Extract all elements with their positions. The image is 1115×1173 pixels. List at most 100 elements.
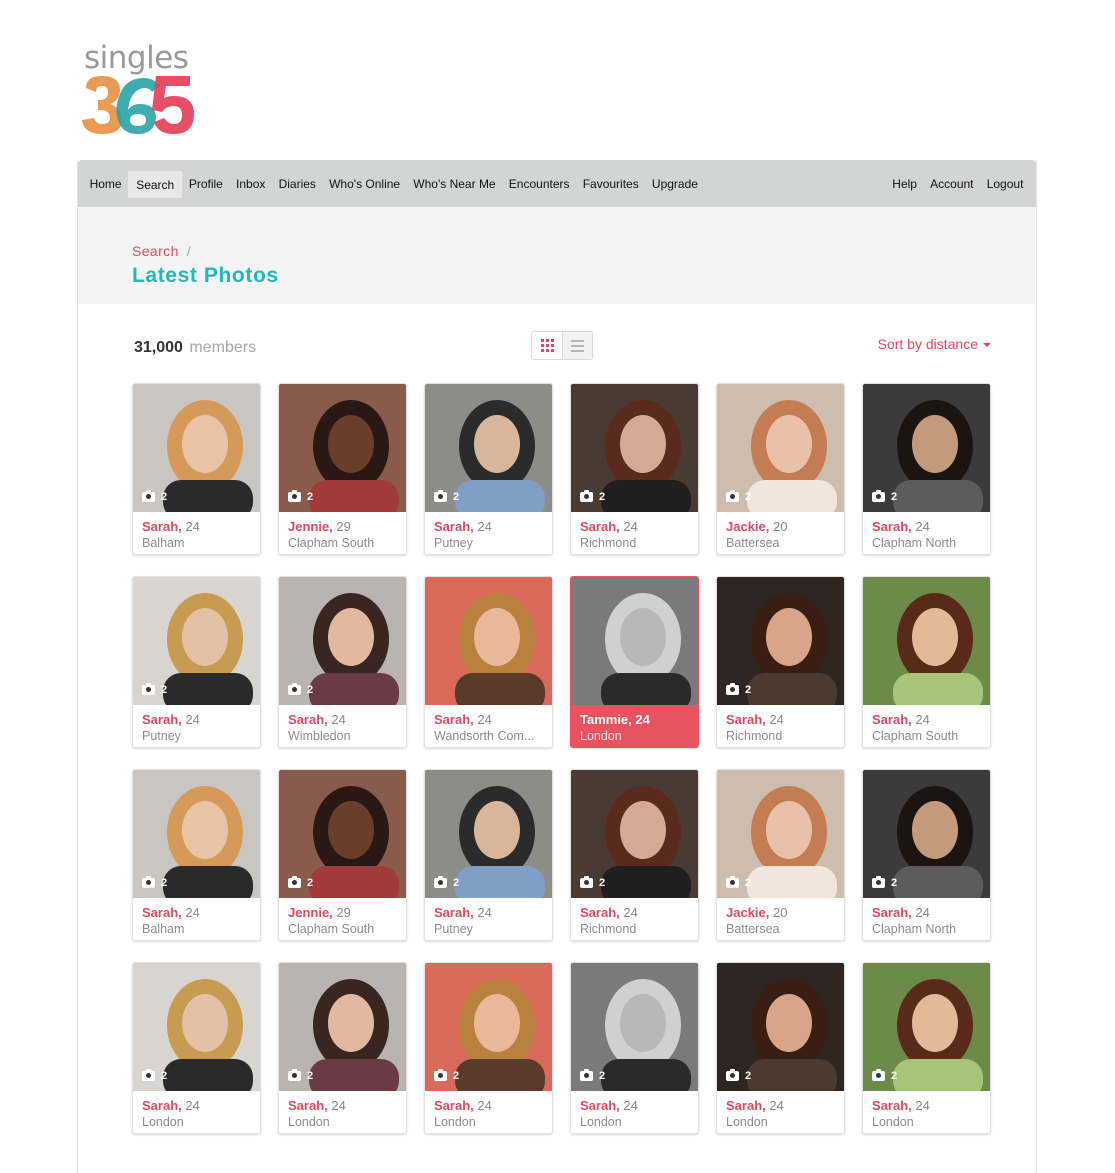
- member-photo[interactable]: 2: [279, 384, 406, 512]
- member-name[interactable]: Sarah,: [434, 1098, 474, 1113]
- photo-count-number: 2: [891, 1070, 898, 1082]
- member-location: Wandsorth Com...: [434, 729, 535, 743]
- member-name[interactable]: Jackie,: [726, 519, 769, 534]
- member-name[interactable]: Sarah,: [142, 519, 182, 534]
- member-card[interactable]: 2 Sarah, 24 Balham: [132, 769, 261, 941]
- member-name[interactable]: Sarah,: [288, 712, 328, 727]
- member-photo[interactable]: 2: [717, 770, 844, 898]
- member-photo[interactable]: 2: [571, 384, 698, 512]
- member-photo[interactable]: 2: [425, 770, 552, 898]
- member-photo[interactable]: 2: [425, 384, 552, 512]
- member-photo[interactable]: 2: [279, 963, 406, 1091]
- member-photo[interactable]: 2: [571, 963, 698, 1091]
- member-card[interactable]: 2 Sarah, 24 Richmond: [570, 383, 699, 555]
- member-name[interactable]: Sarah,: [434, 519, 474, 534]
- member-card[interactable]: 2 Sarah, 24 Putney: [132, 576, 261, 748]
- member-name[interactable]: Sarah,: [580, 905, 620, 920]
- member-card[interactable]: 2 Sarah, 24 Richmond: [716, 576, 845, 748]
- member-photo[interactable]: 2: [279, 770, 406, 898]
- member-name[interactable]: Sarah,: [288, 1098, 328, 1113]
- member-card[interactable]: 2 Sarah, 24 London: [132, 962, 261, 1134]
- member-photo[interactable]: 2: [133, 577, 260, 705]
- member-photo[interactable]: [863, 577, 990, 705]
- member-photo[interactable]: 2: [133, 963, 260, 1091]
- member-photo[interactable]: 2: [571, 770, 698, 898]
- member-card[interactable]: 2 Sarah, 24 London: [278, 962, 407, 1134]
- member-photo[interactable]: 2: [717, 577, 844, 705]
- nav-search[interactable]: Search: [128, 171, 183, 198]
- member-card[interactable]: 2 Jackie, 20 Battersea: [716, 769, 845, 941]
- nav-logout[interactable]: Logout: [980, 160, 1030, 207]
- member-name[interactable]: Sarah,: [142, 712, 182, 727]
- member-card[interactable]: 2 Jennie, 29 Clapham South: [278, 383, 407, 555]
- nav-encounters[interactable]: Encounters: [502, 160, 576, 207]
- member-photo[interactable]: [571, 577, 698, 705]
- member-photo[interactable]: 2: [863, 384, 990, 512]
- nav-profile[interactable]: Profile: [182, 160, 229, 207]
- photo-count: 2: [434, 1069, 459, 1082]
- member-name[interactable]: Sarah,: [872, 905, 912, 920]
- member-card[interactable]: Sarah, 24 Wandsorth Com...: [424, 576, 553, 748]
- nav-inbox[interactable]: Inbox: [229, 160, 272, 207]
- member-name[interactable]: Sarah,: [580, 519, 620, 534]
- member-photo[interactable]: 2: [279, 577, 406, 705]
- member-name[interactable]: Jackie,: [726, 905, 769, 920]
- grid-view-button[interactable]: [532, 332, 562, 359]
- member-card[interactable]: 2 Sarah, 24 Richmond: [570, 769, 699, 941]
- member-photo[interactable]: 2: [863, 963, 990, 1091]
- member-name[interactable]: Sarah,: [726, 712, 766, 727]
- member-location: London: [580, 729, 622, 743]
- nav-whos-near-me[interactable]: Who's Near Me: [407, 160, 503, 207]
- member-card[interactable]: 2 Sarah, 24 Balham: [132, 383, 261, 555]
- member-card[interactable]: Sarah, 24 Clapham South: [862, 576, 991, 748]
- nav-help[interactable]: Help: [886, 160, 924, 207]
- member-card[interactable]: 2 Jennie, 29 Clapham South: [278, 769, 407, 941]
- member-name[interactable]: Sarah,: [142, 905, 182, 920]
- member-name[interactable]: Jennie,: [288, 519, 333, 534]
- member-card[interactable]: 2 Sarah, 24 Clapham North: [862, 383, 991, 555]
- member-photo[interactable]: 2: [133, 384, 260, 512]
- member-info: Sarah, 24 London: [279, 1091, 406, 1133]
- member-name[interactable]: Sarah,: [872, 712, 912, 727]
- member-card[interactable]: 2 Sarah, 24 Putney: [424, 769, 553, 941]
- member-location: Clapham North: [872, 922, 957, 936]
- member-name[interactable]: Jennie,: [288, 905, 333, 920]
- logo-word: singles: [84, 40, 189, 76]
- member-name[interactable]: Tammie, 24: [580, 712, 650, 727]
- member-photo[interactable]: 2: [717, 384, 844, 512]
- member-card[interactable]: 2 Sarah, 24 London: [862, 962, 991, 1134]
- member-photo[interactable]: [425, 577, 552, 705]
- site-logo[interactable]: singles: [82, 40, 194, 136]
- member-name[interactable]: Sarah,: [434, 712, 474, 727]
- member-location: Putney: [434, 922, 473, 936]
- member-photo[interactable]: 2: [425, 963, 552, 1091]
- member-card[interactable]: 2 Sarah, 24 Wimbledon: [278, 576, 407, 748]
- nav-account[interactable]: Account: [924, 160, 981, 207]
- member-card[interactable]: 2 Sarah, 24 London: [570, 962, 699, 1134]
- nav-upgrade[interactable]: Upgrade: [645, 160, 704, 207]
- sort-dropdown[interactable]: Sort by distance: [878, 336, 991, 352]
- nav-home[interactable]: Home: [83, 160, 128, 207]
- member-photo[interactable]: 2: [863, 770, 990, 898]
- breadcrumb-search-link[interactable]: Search: [132, 243, 179, 259]
- member-name[interactable]: Sarah,: [726, 1098, 766, 1113]
- member-card[interactable]: 2 Sarah, 24 Clapham North: [862, 769, 991, 941]
- member-name[interactable]: Sarah,: [872, 519, 912, 534]
- camera-icon: [580, 1069, 593, 1081]
- photo-count-number: 2: [599, 1070, 606, 1082]
- member-name[interactable]: Sarah,: [434, 905, 474, 920]
- member-photo[interactable]: 2: [133, 770, 260, 898]
- list-view-button[interactable]: [562, 332, 592, 359]
- nav-diaries[interactable]: Diaries: [272, 160, 323, 207]
- nav-favourites[interactable]: Favourites: [576, 160, 645, 207]
- member-card[interactable]: 2 Sarah, 24 Putney: [424, 383, 553, 555]
- member-card[interactable]: 2 Sarah, 24 London: [716, 962, 845, 1134]
- member-name[interactable]: Sarah,: [580, 1098, 620, 1113]
- member-card[interactable]: Tammie, 24 London: [570, 576, 699, 748]
- member-name[interactable]: Sarah,: [872, 1098, 912, 1113]
- nav-whos-online[interactable]: Who's Online: [323, 160, 407, 207]
- member-name[interactable]: Sarah,: [142, 1098, 182, 1113]
- member-photo[interactable]: 2: [717, 963, 844, 1091]
- member-card[interactable]: 2 Jackie, 20 Battersea: [716, 383, 845, 555]
- member-card[interactable]: 2 Sarah, 24 London: [424, 962, 553, 1134]
